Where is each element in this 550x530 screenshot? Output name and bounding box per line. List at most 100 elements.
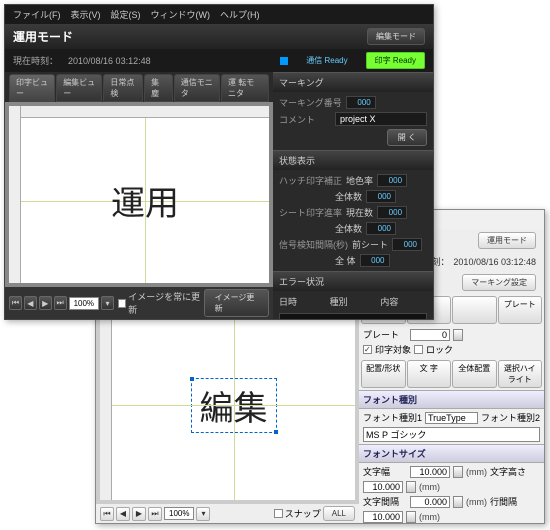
refresh-image-button[interactable]: イメージ更新 xyxy=(204,289,269,317)
menu-help[interactable]: ヘルプ(H) xyxy=(216,7,264,22)
state-r3-name: 現在数 xyxy=(346,206,373,219)
tab-daily-check[interactable]: 日常点検 xyxy=(103,74,143,102)
char-spacing-input[interactable]: 0.000 xyxy=(410,496,450,508)
open-button[interactable]: 開 く xyxy=(387,129,427,146)
canvas-text: 運用 xyxy=(111,176,179,225)
char-height-spinner[interactable] xyxy=(406,481,416,493)
font-face-select[interactable]: MS P ゴシック xyxy=(363,427,540,442)
comment-label: コメント xyxy=(279,113,331,126)
unit: (mm) xyxy=(419,512,440,522)
tab-text[interactable]: 文 字 xyxy=(407,360,452,388)
char-height-input[interactable]: 10.000 xyxy=(363,481,403,493)
nav-prev-icon[interactable]: ◀ xyxy=(24,296,37,310)
ruler-vertical xyxy=(100,298,112,500)
comment-input[interactable]: project X xyxy=(335,112,427,126)
tab-layout[interactable]: 配置/形状 xyxy=(361,360,406,388)
marking-settings-button[interactable]: マーキング設定 xyxy=(462,274,536,291)
bottom-toolbar: ⏮ ◀ ▶ ⏭ 100% ▾ イメージを常に更新 イメージ更新 xyxy=(5,287,273,319)
nav-next-icon[interactable]: ▶ xyxy=(132,507,146,521)
menubar: ファイル(F) 表示(V) 設定(S) ウィンドウ(W) ヘルプ(H) xyxy=(5,5,433,24)
timestamp-value: 2010/08/16 03:12:48 xyxy=(68,56,151,66)
char-width-label: 文字幅 xyxy=(363,465,407,478)
print-status: 印字 Ready xyxy=(366,52,425,69)
menu-window[interactable]: ウィンドウ(W) xyxy=(147,7,215,22)
nav-next-icon[interactable]: ▶ xyxy=(39,296,52,310)
state-r3-value: 000 xyxy=(377,206,407,219)
window-title: 運用モード xyxy=(13,28,73,45)
timestamp-value: 2010/08/16 03:12:48 xyxy=(453,257,536,267)
operation-mode-button[interactable]: 運用モード xyxy=(478,232,536,249)
print-target-label: 印字対象 xyxy=(375,343,411,356)
nav-first-icon[interactable]: ⏮ xyxy=(9,296,22,310)
unit: (mm) xyxy=(419,482,440,492)
menu-file[interactable]: ファイル(F) xyxy=(9,7,65,22)
side-panel: マーキング マーキング番号000 コメントproject X 開 く 状態表示 … xyxy=(273,72,433,319)
nav-last-icon[interactable]: ⏭ xyxy=(148,507,162,521)
tab-print-view[interactable]: 印字ビュー xyxy=(9,74,55,102)
lock-checkbox[interactable] xyxy=(414,345,423,354)
tab-plate[interactable]: プレート xyxy=(498,296,543,324)
line-spacing-spinner[interactable] xyxy=(406,511,416,523)
state-r6-name: 全 体 xyxy=(335,254,356,267)
menu-settings[interactable]: 設定(S) xyxy=(107,7,145,22)
operation-body: 印字ビュー 編集ビュー 日常点検 集 塵 通信モニタ 運 転モニタ 運用 ⏮ ◀ xyxy=(5,72,433,319)
state-header: 状態表示 xyxy=(273,150,433,170)
operation-window: ファイル(F) 表示(V) 設定(S) ウィンドウ(W) ヘルプ(H) 運用モー… xyxy=(4,4,434,320)
tab-global[interactable]: 全体配置 xyxy=(452,360,497,388)
state-r2-value: 000 xyxy=(366,190,396,203)
zoom-dropdown-icon[interactable]: ▾ xyxy=(101,296,114,310)
char-width-spinner[interactable] xyxy=(453,466,463,478)
nav-first-icon[interactable]: ⏮ xyxy=(100,507,114,521)
tab-run-monitor[interactable]: 運 転モニタ xyxy=(221,74,269,102)
char-height-label: 文字高さ xyxy=(490,465,534,478)
edit-mode-button[interactable]: 編集モード xyxy=(367,28,425,45)
tab-comm-monitor[interactable]: 通信モニタ xyxy=(174,74,220,102)
line-spacing-label: 行間隔 xyxy=(490,495,534,508)
all-button[interactable]: ALL xyxy=(323,506,355,521)
tab-dust[interactable]: 集 塵 xyxy=(144,74,173,102)
font-type-label: フォント種別1 xyxy=(363,411,422,424)
unit: (mm) xyxy=(466,467,487,477)
canvas-text: 編集 xyxy=(200,390,268,428)
font-type-select[interactable]: TrueType xyxy=(425,412,478,424)
state-r2-name: 全体数 xyxy=(335,190,362,203)
tab-highlight[interactable]: 選択ハイライト xyxy=(498,360,543,388)
auto-update-label: イメージを常に更新 xyxy=(128,290,201,316)
plate-spinner[interactable] xyxy=(453,329,463,341)
plate-number[interactable]: 0 xyxy=(410,329,450,341)
edit-body: 編集 ⏮ ◀ ▶ ⏭ 100% ▾ スナップ ALL フォント種別 xyxy=(96,294,544,523)
comm-led-icon xyxy=(280,57,288,65)
comm-status: 通信 Ready xyxy=(298,53,355,68)
char-spacing-spinner[interactable] xyxy=(453,496,463,508)
nav-last-icon[interactable]: ⏭ xyxy=(54,296,67,310)
auto-update-checkbox[interactable] xyxy=(118,299,126,308)
unit: (mm) xyxy=(466,497,487,507)
nav-prev-icon[interactable]: ◀ xyxy=(116,507,130,521)
edit-canvas-area: 編集 ⏮ ◀ ▶ ⏭ 100% ▾ スナップ ALL xyxy=(96,294,359,523)
zoom-field[interactable]: 100% xyxy=(164,507,194,520)
char-width-input[interactable]: 10.000 xyxy=(410,466,450,478)
menu-view[interactable]: 表示(V) xyxy=(67,7,105,22)
tab-3[interactable] xyxy=(452,296,497,324)
error-header: エラー状況 xyxy=(273,271,433,291)
error-list[interactable] xyxy=(279,313,427,319)
snap-checkbox[interactable] xyxy=(274,509,283,518)
print-canvas-wrap: 運用 xyxy=(5,102,273,287)
timestamp-label: 現在時刻： xyxy=(13,54,58,67)
print-canvas-area: 印字ビュー 編集ビュー 日常点検 集 塵 通信モニタ 運 転モニタ 運用 ⏮ ◀ xyxy=(5,72,273,319)
print-canvas[interactable]: 運用 xyxy=(21,118,269,283)
marking-no-label: マーキング番号 xyxy=(279,96,342,109)
status-row: 現在時刻： 2010/08/16 03:12:48 通信 Ready 印字 Re… xyxy=(5,49,433,72)
snap-label: スナップ xyxy=(285,507,321,520)
state-r1-value: 000 xyxy=(377,174,407,187)
tab-edit-view[interactable]: 編集ビュー xyxy=(56,74,102,102)
edit-canvas-wrap: 編集 xyxy=(96,294,359,504)
zoom-field[interactable]: 100% xyxy=(69,297,99,310)
zoom-dropdown-icon[interactable]: ▾ xyxy=(196,507,210,521)
err-col-content: 内容 xyxy=(380,295,427,308)
selected-text-object[interactable]: 編集 xyxy=(191,378,277,433)
line-spacing-input[interactable]: 10.000 xyxy=(363,511,403,523)
plate-label: プレート xyxy=(363,328,407,341)
print-target-checkbox[interactable] xyxy=(363,345,372,354)
edit-canvas[interactable]: 編集 xyxy=(112,310,355,500)
